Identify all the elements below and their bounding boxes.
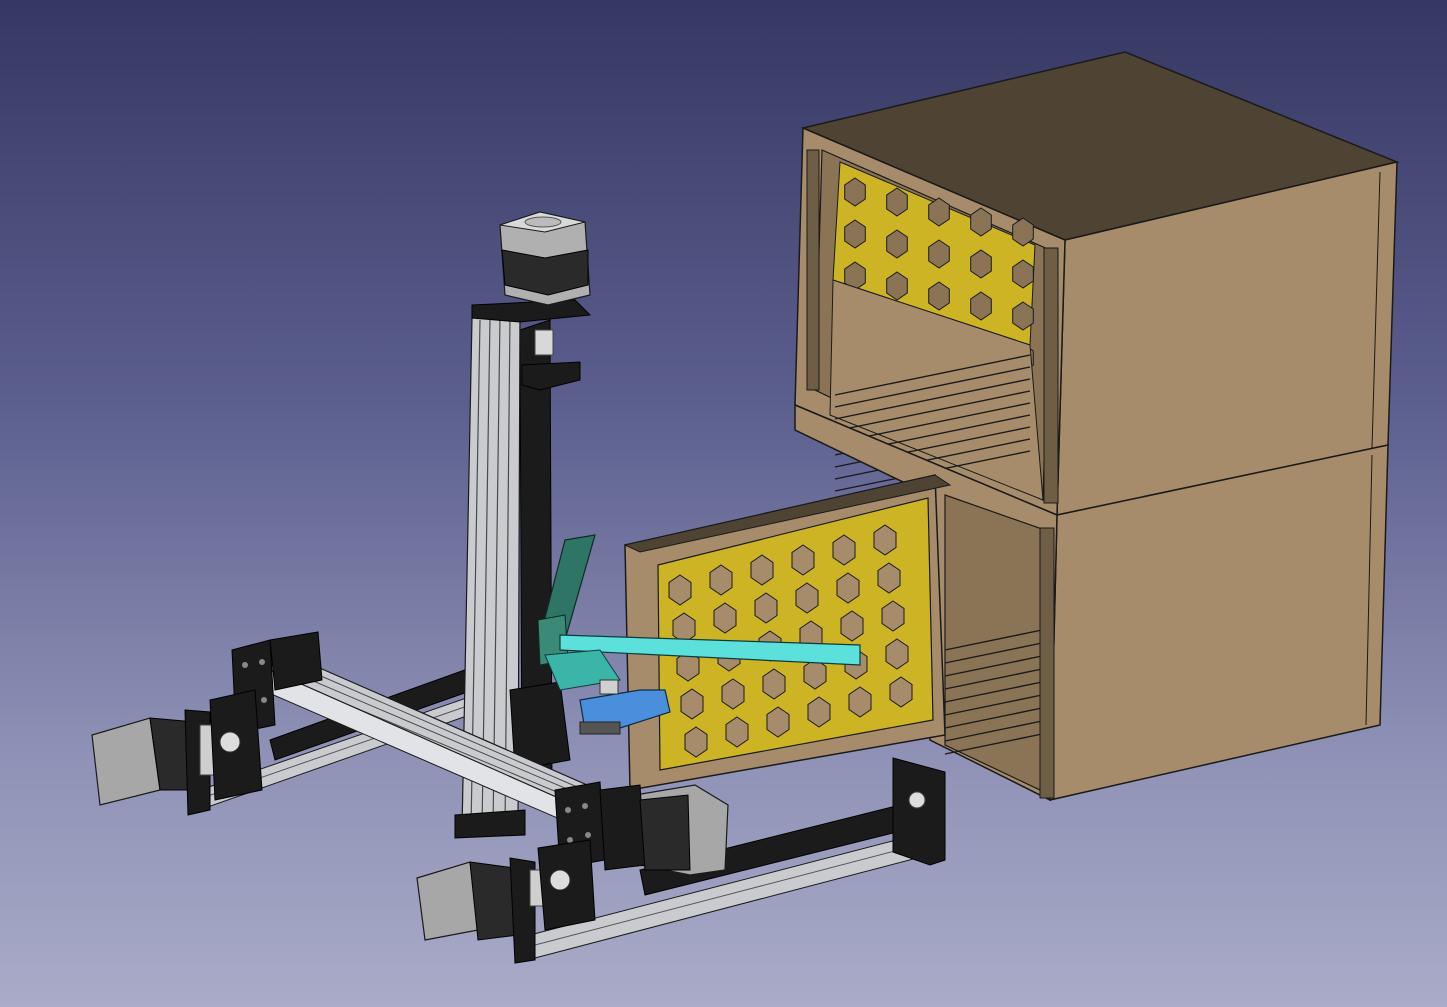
tray-hex-panel[interactable] [623, 474, 952, 791]
stepper-motor-top[interactable] [499, 211, 591, 306]
stepper-motor-center[interactable] [599, 784, 729, 876]
3d-viewport[interactable] [0, 0, 1447, 1007]
shelf-opening-lower [944, 494, 1046, 791]
cad-scene[interactable] [0, 0, 1447, 1007]
rail-front-endplate [892, 757, 946, 866]
